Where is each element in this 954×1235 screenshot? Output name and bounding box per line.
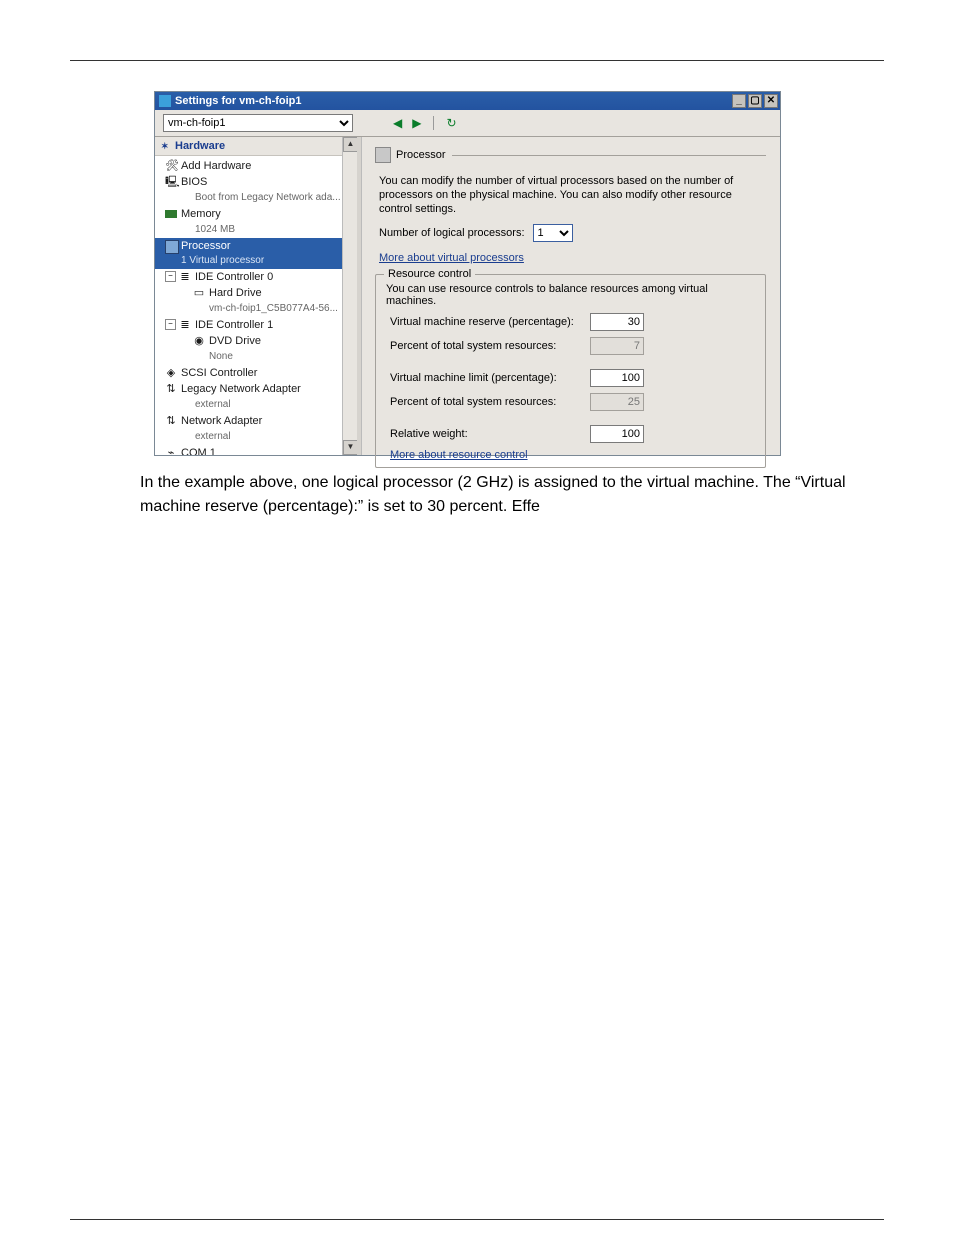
network-icon: ⇅ — [165, 415, 177, 427]
sidebar-item-ide0[interactable]: − ≣ IDE Controller 0 — [155, 269, 358, 285]
sidebar-item-label: IDE Controller 0 — [195, 271, 273, 283]
titlebar[interactable]: Settings for vm-ch-foip1 _ ▢ ✕ — [155, 92, 780, 110]
maximize-button[interactable]: ▢ — [748, 94, 762, 108]
close-button[interactable]: ✕ — [764, 94, 778, 108]
window-icon — [159, 95, 171, 107]
sidebar-item-label: SCSI Controller — [181, 367, 257, 379]
pct-total-limit-label: Percent of total system resources: — [390, 396, 590, 408]
scroll-track[interactable] — [343, 152, 358, 440]
weight-input[interactable] — [590, 425, 644, 443]
main-content: Processor You can modify the number of v… — [359, 137, 780, 455]
sidebar-item-com1[interactable]: ⌁ COM 1 — [155, 445, 358, 455]
forward-icon[interactable]: ▶ — [412, 117, 421, 129]
sidebar-scrollbar[interactable]: ▲ ▼ — [342, 137, 358, 455]
scsi-icon: ◈ — [165, 367, 177, 379]
add-hardware-icon: 🛠 — [165, 160, 177, 172]
com-port-icon: ⌁ — [165, 447, 177, 455]
sidebar-item-label: IDE Controller 1 — [195, 319, 273, 331]
sidebar-item-dvd[interactable]: ◉ DVD Drive — [155, 333, 358, 349]
num-proc-label: Number of logical processors: — [379, 227, 525, 239]
memory-icon — [165, 210, 177, 218]
processor-icon — [375, 147, 391, 163]
hard-drive-icon: ▭ — [193, 287, 205, 299]
sidebar-item-legacy-net-sub: external — [155, 397, 358, 413]
tree-collapse-icon[interactable]: − — [165, 271, 176, 282]
resource-control-group: Resource control You can use resource co… — [375, 274, 766, 468]
sidebar-item-memory[interactable]: Memory — [155, 206, 358, 222]
reserve-label: Virtual machine reserve (percentage): — [390, 316, 590, 328]
controller-icon: ≣ — [179, 319, 191, 331]
page-bottom-rule — [70, 1219, 884, 1220]
sidebar-item-hard-drive-sub: vm-ch-foip1_C5B077A4-56... — [155, 301, 358, 317]
sidebar-item-processor-sub: 1 Virtual processor — [181, 253, 354, 268]
num-proc-select[interactable]: 1 — [533, 224, 573, 242]
scroll-down-icon[interactable]: ▼ — [343, 440, 358, 455]
limit-input[interactable] — [590, 369, 644, 387]
resource-description: You can use resource controls to balance… — [386, 283, 755, 307]
page-top-rule — [70, 60, 884, 61]
refresh-icon[interactable]: ↻ — [446, 117, 456, 129]
sidebar-item-label: BIOS — [181, 176, 207, 188]
pct-total-reserve-value — [590, 337, 644, 355]
sidebar-item-hard-drive[interactable]: ▭ Hard Drive — [155, 285, 358, 301]
settings-window: Settings for vm-ch-foip1 _ ▢ ✕ vm-ch-foi… — [154, 91, 781, 456]
sidebar-item-label: Legacy Network Adapter — [181, 383, 301, 395]
vm-select[interactable]: vm-ch-foip1 — [163, 114, 353, 132]
sidebar-item-net-sub: external — [155, 429, 358, 445]
pct-total-limit-value — [590, 393, 644, 411]
dvd-icon: ◉ — [193, 335, 205, 347]
sidebar-item-scsi[interactable]: ◈ SCSI Controller — [155, 365, 358, 381]
top-toolbar: vm-ch-foip1 ◀ ▶ ↻ — [155, 110, 780, 137]
reserve-input[interactable] — [590, 313, 644, 331]
sidebar-item-dvd-sub: None — [155, 349, 358, 365]
collapse-icon: ✶ — [161, 141, 169, 152]
scroll-up-icon[interactable]: ▲ — [343, 137, 358, 152]
sidebar-item-label: Processor — [181, 240, 231, 252]
window-title: Settings for vm-ch-foip1 — [175, 95, 732, 107]
hardware-section-label: Hardware — [175, 140, 225, 152]
processor-legend-label: Processor — [396, 149, 446, 161]
weight-label: Relative weight: — [390, 428, 590, 440]
link-resource-control[interactable]: More about resource control — [390, 449, 528, 461]
sidebar-item-bios-sub: Boot from Legacy Network ada... — [155, 190, 358, 206]
sidebar-item-memory-sub: 1024 MB — [155, 222, 358, 238]
sidebar-item-label: Hard Drive — [209, 287, 262, 299]
pct-total-reserve-label: Percent of total system resources: — [390, 340, 590, 352]
processor-group: Processor You can modify the number of v… — [375, 147, 766, 468]
bios-icon: 🖳 — [165, 176, 177, 188]
sidebar-item-label: Add Hardware — [181, 160, 251, 172]
hardware-section-header[interactable]: ✶ Hardware — [155, 137, 358, 156]
splitter-handle[interactable] — [357, 137, 362, 455]
processor-icon — [165, 240, 179, 254]
controller-icon: ≣ — [179, 271, 191, 283]
sidebar-item-bios[interactable]: 🖳 BIOS — [155, 174, 358, 190]
sidebar-item-processor[interactable]: Processor 1 Virtual processor — [155, 238, 358, 269]
minimize-button[interactable]: _ — [732, 94, 746, 108]
caption-text: In the example above, one logical proces… — [140, 471, 854, 519]
sidebar-item-ide1[interactable]: − ≣ IDE Controller 1 — [155, 317, 358, 333]
toolbar-divider — [433, 116, 434, 130]
sidebar: ✶ Hardware 🛠 Add Hardware 🖳 BIOS Boot fr… — [155, 137, 359, 455]
link-virtual-processors[interactable]: More about virtual processors — [379, 252, 524, 264]
processor-description: You can modify the number of virtual pro… — [379, 174, 766, 216]
limit-label: Virtual machine limit (percentage): — [390, 372, 590, 384]
sidebar-item-label: DVD Drive — [209, 335, 261, 347]
sidebar-item-label: COM 1 — [181, 447, 216, 455]
sidebar-item-add-hardware[interactable]: 🛠 Add Hardware — [155, 158, 358, 174]
sidebar-item-label: Network Adapter — [181, 415, 262, 427]
sidebar-item-legacy-net[interactable]: ⇅ Legacy Network Adapter — [155, 381, 358, 397]
tree-collapse-icon[interactable]: − — [165, 319, 176, 330]
processor-legend: Processor — [375, 147, 452, 163]
hardware-tree: 🛠 Add Hardware 🖳 BIOS Boot from Legacy N… — [155, 156, 358, 455]
sidebar-item-net[interactable]: ⇅ Network Adapter — [155, 413, 358, 429]
network-icon: ⇅ — [165, 383, 177, 395]
sidebar-item-label: Memory — [181, 208, 221, 220]
back-icon[interactable]: ◀ — [393, 117, 402, 129]
resource-legend: Resource control — [384, 268, 475, 280]
